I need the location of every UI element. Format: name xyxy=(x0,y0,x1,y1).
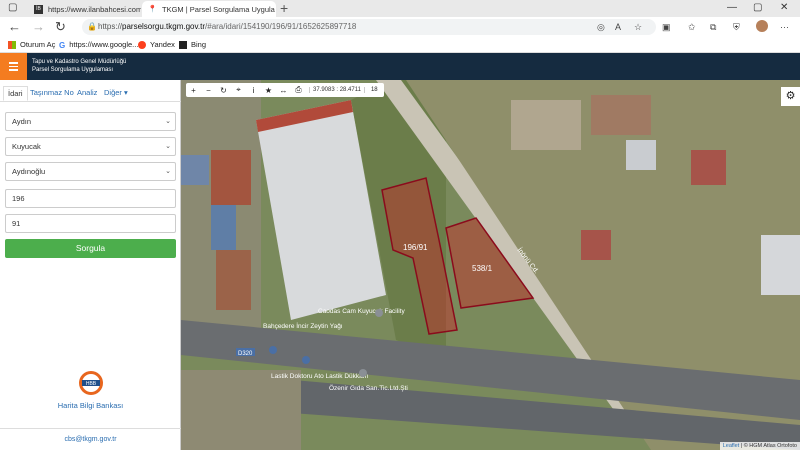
favorites-icon[interactable]: ✩ xyxy=(688,19,696,35)
tab-analiz[interactable]: Analiz xyxy=(77,88,97,97)
district-select[interactable]: Kuyucak ⌄ xyxy=(5,137,176,156)
ilanbahcesi-icon: İB xyxy=(34,4,43,14)
map-marker-icon[interactable] xyxy=(302,356,310,364)
bing-icon xyxy=(179,40,187,49)
maximize-icon[interactable]: ▢ xyxy=(753,0,762,16)
neighborhood-select[interactable]: Aydınoğlu ⌄ xyxy=(5,162,176,181)
chevron-down-icon: ⌄ xyxy=(165,168,171,175)
map-marker-icon[interactable] xyxy=(269,346,277,354)
parcel-input[interactable]: 91 xyxy=(5,214,176,233)
map-attribution: Leaflet | © HGM Atlas Ortofoto xyxy=(719,442,800,450)
close-tab-icon[interactable]: ✕ xyxy=(275,5,276,14)
poi-label: Bahçedere İncir Zeytin Yağı xyxy=(263,321,343,330)
location-icon[interactable]: ◎ xyxy=(597,19,605,35)
workspace-icon[interactable]: ▢ xyxy=(8,0,17,16)
more-menu-icon[interactable]: ··· xyxy=(780,19,789,35)
browser-toolbar: ← → ↻ 🔒 https://parselsorgu.tkgm.gov.tr/… xyxy=(0,17,800,37)
tab-diger[interactable]: Diğer ▾ xyxy=(104,88,128,97)
query-tabs: İdari Taşınmaz No Analiz Diğer ▾ xyxy=(0,84,181,102)
bookmark-google[interactable]: G https://www.google... xyxy=(59,40,138,50)
print-icon[interactable]: ⎙ xyxy=(291,85,306,95)
map-marker-icon[interactable] xyxy=(375,309,383,317)
hbb-logo: HBB xyxy=(79,371,103,395)
measure-icon[interactable]: ↔ xyxy=(276,86,291,95)
tab-idari[interactable]: İdari xyxy=(3,86,28,101)
contact-email[interactable]: cbs@tkgm.gov.tr xyxy=(0,428,181,450)
address-bar[interactable]: 🔒 https://parselsorgu.tkgm.gov.tr/#ara/i… xyxy=(82,19,656,35)
satellite-map[interactable]: 196/91 538/1 Bahçedere İncir Zeytin Yağı… xyxy=(181,80,800,450)
poi-label: Lastik Doktoru Ato Lastik Dükkanı xyxy=(271,373,368,380)
browser-tab-ilanbahcesi[interactable]: İB https://www.ilanbahcesi.com/ne ✕ xyxy=(28,1,141,17)
parcel-label: 196/91 xyxy=(403,243,428,252)
zoom-in-icon[interactable]: + xyxy=(186,86,201,95)
map-bank-link[interactable]: Harita Bilgi Bankası xyxy=(0,401,181,410)
collections-icon[interactable]: ⧉ xyxy=(710,19,716,35)
shield-icon[interactable]: ⛨ xyxy=(733,19,740,35)
favorite-star-icon[interactable]: ☆ xyxy=(634,19,642,35)
map-toolbar: + − ↻ ⌖ i ★ ↔ ⎙ 37.9083 : 28.4711 18 xyxy=(186,83,384,97)
coordinate-readout: 37.9083 : 28.4711 xyxy=(309,87,364,93)
refresh-icon[interactable]: ↻ xyxy=(55,19,66,35)
back-icon[interactable]: ← xyxy=(8,19,21,35)
block-input[interactable]: 196 xyxy=(5,189,176,208)
google-icon: G xyxy=(59,40,66,50)
browser-tab-tkgm[interactable]: 📍 TKGM | Parsel Sorgulama Uygula ✕ xyxy=(142,1,276,17)
road-label: D320 xyxy=(238,351,253,357)
location-pin-icon: 📍 xyxy=(148,6,157,13)
info-icon[interactable]: i xyxy=(246,86,261,95)
query-button[interactable]: Sorgula xyxy=(5,239,176,258)
gear-icon[interactable]: ⚙ xyxy=(781,87,800,106)
read-aloud-icon[interactable]: A xyxy=(615,19,621,35)
bookmark-oturum-ac[interactable]: Oturum Aç xyxy=(8,40,55,49)
bookmark-bing[interactable]: Bing xyxy=(179,40,206,49)
app-title: Tapu ve Kadastro Genel Müdürlüğü Parsel … xyxy=(32,59,127,73)
chevron-down-icon: ⌄ xyxy=(165,118,171,125)
new-tab-button[interactable]: + xyxy=(280,0,288,17)
province-select[interactable]: Aydın ⌄ xyxy=(5,112,176,131)
reset-icon[interactable]: ↻ xyxy=(216,86,231,95)
tab-tasinmaz-no[interactable]: Taşınmaz No xyxy=(30,88,74,97)
query-sidebar: İdari Taşınmaz No Analiz Diğer ▾ Aydın ⌄ … xyxy=(0,80,181,450)
browser-tabstrip: ▢ İB https://www.ilanbahcesi.com/ne ✕ 📍 … xyxy=(0,0,800,17)
bookmarks-bar: Oturum Aç G https://www.google... Yandex… xyxy=(0,37,800,53)
bookmark-star-icon[interactable]: ★ xyxy=(261,86,276,95)
app-header: Tapu ve Kadastro Genel Müdürlüğü Parsel … xyxy=(0,53,800,80)
windows-icon xyxy=(8,40,16,49)
profile-avatar[interactable] xyxy=(756,20,768,32)
extension-icon[interactable]: ▣ xyxy=(662,19,671,35)
locate-icon[interactable]: ⌖ xyxy=(231,85,246,95)
poi-label: Caodas Cam Kuyucak Facility xyxy=(318,308,405,315)
lock-icon: 🔒 xyxy=(87,22,97,31)
forward-icon[interactable]: → xyxy=(32,19,45,35)
bookmark-yandex[interactable]: Yandex xyxy=(138,40,175,49)
chevron-down-icon: ⌄ xyxy=(165,143,171,150)
map-view[interactable]: 196/91 538/1 Bahçedere İncir Zeytin Yağı… xyxy=(181,80,800,450)
minimize-icon[interactable]: — xyxy=(727,0,737,16)
zoom-level: 18 xyxy=(363,87,384,93)
map-marker-icon[interactable] xyxy=(359,369,367,377)
close-window-icon[interactable]: ✕ xyxy=(780,0,788,16)
zoom-out-icon[interactable]: − xyxy=(201,86,216,95)
poi-label: Özenir Gıda San.Tic.Ltd.Şti xyxy=(329,384,408,392)
parcel-label: 538/1 xyxy=(472,264,493,273)
yandex-icon xyxy=(138,40,146,49)
hbb-logo-text: HBB xyxy=(86,381,97,387)
menu-icon[interactable] xyxy=(0,53,27,80)
